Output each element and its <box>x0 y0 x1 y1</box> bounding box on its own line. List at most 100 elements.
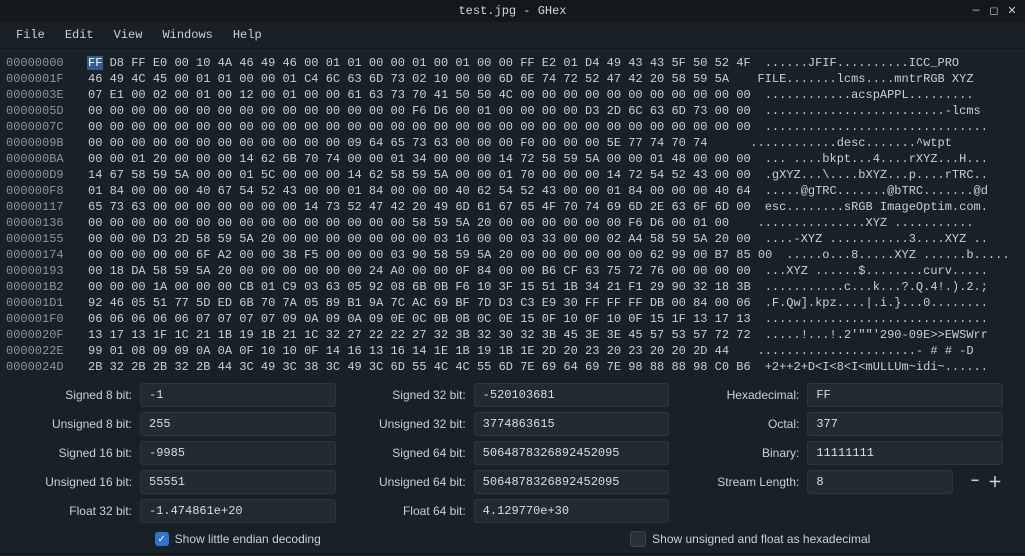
field-label: Hexadecimal: <box>689 388 799 402</box>
hex-bytes[interactable]: 00 00 00 00 00 00 00 00 00 00 00 00 00 0… <box>88 119 765 135</box>
hex-row[interactable]: 0000020F13 17 13 1F 1C 21 1B 19 1B 21 1C… <box>6 327 1019 343</box>
cursor-byte[interactable]: FF <box>87 56 103 70</box>
hex-row[interactable]: 0000009B00 00 00 00 00 00 00 00 00 00 00… <box>6 135 1019 151</box>
hex-bytes[interactable]: 00 00 00 00 00 00 00 00 00 00 00 00 09 6… <box>88 135 750 151</box>
hex-row[interactable]: 000001D192 46 05 51 77 5D ED 6B 70 7A 05… <box>6 295 1019 311</box>
hex-row[interactable]: 000000BA00 00 01 20 00 00 00 14 62 6B 70… <box>6 151 1019 167</box>
ascii[interactable]: ...........c...k...?.Q.4!.).2.; <box>765 279 988 295</box>
ascii[interactable]: ......................- # # -D <box>757 343 973 359</box>
offset: 000001D1 <box>6 295 88 311</box>
maximize-icon[interactable]: ◻ <box>987 4 1001 18</box>
ascii[interactable]: ......JFIF..........ICC_PRO <box>765 55 959 71</box>
field-value[interactable]: -1.474861e+20 <box>140 499 336 523</box>
ascii[interactable]: .F.Qw].kpz....|.i.}...0........ <box>765 295 988 311</box>
little-endian-checkbox[interactable]: ✓ Show little endian decoding <box>155 531 321 547</box>
hex-bytes[interactable]: 13 17 13 1F 1C 21 1B 19 1B 21 1C 32 27 2… <box>88 327 765 343</box>
hex-bytes[interactable]: 00 00 01 20 00 00 00 14 62 6B 70 74 00 0… <box>88 151 765 167</box>
minimize-icon[interactable]: — <box>969 4 983 18</box>
minus-icon[interactable]: − <box>967 474 983 490</box>
hex-row[interactable]: 0000019300 18 DA 58 59 5A 20 00 00 00 00… <box>6 263 1019 279</box>
hex-row[interactable]: 000001B200 00 00 1A 00 00 00 CB 01 C9 03… <box>6 279 1019 295</box>
checkbox-icon[interactable] <box>630 531 646 547</box>
close-icon[interactable]: ✕ <box>1005 4 1019 18</box>
ascii[interactable]: .....!...!.2'""'290-09E>>EWSWrr <box>765 327 988 343</box>
hex-float-checkbox[interactable]: Show unsigned and float as hexadecimal <box>630 531 870 547</box>
hex-row[interactable]: 0000001F46 49 4C 45 00 01 01 00 00 01 C4… <box>6 71 1019 87</box>
offset: 00000136 <box>6 215 88 231</box>
hex-row[interactable]: 0000022E99 01 08 09 09 0A 0A 0F 10 10 0F… <box>6 343 1019 359</box>
hex-bytes[interactable]: 01 84 00 00 00 40 67 54 52 43 00 00 01 8… <box>88 183 765 199</box>
hex-bytes[interactable]: 07 E1 00 02 00 01 00 12 00 01 00 00 61 6… <box>88 87 765 103</box>
field-value[interactable]: -1 <box>140 383 336 407</box>
menu-help[interactable]: Help <box>223 24 272 46</box>
hex-row[interactable]: 0000003E07 E1 00 02 00 01 00 12 00 01 00… <box>6 87 1019 103</box>
hex-bytes[interactable]: 46 49 4C 45 00 01 01 00 00 01 C4 6C 63 6… <box>88 71 757 87</box>
hex-row[interactable]: 0000015500 00 00 D3 2D 58 59 5A 20 00 00… <box>6 231 1019 247</box>
hex-row[interactable]: 00000000FF D8 FF E0 00 10 4A 46 49 46 00… <box>6 55 1019 71</box>
hex-bytes[interactable]: 00 00 00 00 00 00 00 00 00 00 00 00 00 0… <box>88 103 765 119</box>
hex-row[interactable]: 0000013600 00 00 00 00 00 00 00 00 00 00… <box>6 215 1019 231</box>
hex-row[interactable]: 0000011765 73 63 00 00 00 00 00 00 00 14… <box>6 199 1019 215</box>
ascii[interactable]: .gXYZ...\....bXYZ...p....rTRC.. <box>765 167 988 183</box>
ascii[interactable]: ............acspAPPL......... <box>765 87 974 103</box>
hex-row[interactable]: 000000D914 67 58 59 5A 00 00 01 5C 00 00… <box>6 167 1019 183</box>
field-value[interactable]: 255 <box>140 412 336 436</box>
hex-bytes[interactable]: 00 00 00 D3 2D 58 59 5A 20 00 00 00 00 0… <box>88 231 765 247</box>
menu-windows[interactable]: Windows <box>152 24 222 46</box>
field-value[interactable]: 11111111 <box>807 441 1003 465</box>
hex-row[interactable]: 000000F801 84 00 00 00 40 67 54 52 43 00… <box>6 183 1019 199</box>
hex-float-label: Show unsigned and float as hexadecimal <box>652 532 870 546</box>
field-value[interactable]: 3774863615 <box>474 412 670 436</box>
hex-row[interactable]: 0000005D00 00 00 00 00 00 00 00 00 00 00… <box>6 103 1019 119</box>
hex-row[interactable]: 0000024D2B 32 2B 2B 32 2B 44 3C 49 3C 38… <box>6 359 1019 375</box>
hex-bytes[interactable]: 2B 32 2B 2B 32 2B 44 3C 49 3C 38 3C 49 3… <box>88 359 765 375</box>
hex-row[interactable]: 0000017400 00 00 00 00 6F A2 00 00 38 F5… <box>6 247 1019 263</box>
field-value[interactable]: 5064878326892452095 <box>474 470 670 494</box>
hex-bytes[interactable]: 14 67 58 59 5A 00 00 01 5C 00 00 00 14 6… <box>88 167 765 183</box>
ascii[interactable]: .....@gTRC.......@bTRC.......@d <box>765 183 988 199</box>
field-value[interactable]: FF <box>807 383 1003 407</box>
ascii[interactable]: ...............XYZ ........... <box>757 215 973 231</box>
menu-file[interactable]: File <box>6 24 55 46</box>
ascii[interactable]: .....o...8.....XYZ ......b..... <box>786 247 1009 263</box>
hex-bytes[interactable]: 65 73 63 00 00 00 00 00 00 00 14 73 52 4… <box>88 199 765 215</box>
ascii[interactable]: esc........sRGB ImageOptim.com. <box>765 199 988 215</box>
ascii[interactable]: ............................... <box>765 119 988 135</box>
hex-bytes[interactable]: 00 00 00 00 00 00 00 00 00 00 00 00 00 0… <box>88 215 757 231</box>
field-value[interactable]: 8 <box>807 470 953 494</box>
hex-bytes[interactable]: 00 00 00 1A 00 00 00 CB 01 C9 03 63 05 9… <box>88 279 765 295</box>
ascii[interactable]: FILE.......lcms....mntrRGB XYZ <box>757 71 973 87</box>
hex-bytes[interactable]: FF D8 FF E0 00 10 4A 46 49 46 00 01 01 0… <box>88 55 765 71</box>
field-label: Signed 16 bit: <box>22 446 132 460</box>
field-value[interactable]: 5064878326892452095 <box>474 441 670 465</box>
ascii[interactable]: ............................... <box>765 311 988 327</box>
hex-bytes[interactable]: 99 01 08 09 09 0A 0A 0F 10 10 0F 14 16 1… <box>88 343 757 359</box>
hex-bytes[interactable]: 00 00 00 00 00 6F A2 00 00 38 F5 00 00 0… <box>88 247 786 263</box>
hex-bytes[interactable]: 06 06 06 06 06 07 07 07 07 09 0A 09 0A 0… <box>88 311 765 327</box>
hex-view[interactable]: 00000000FF D8 FF E0 00 10 4A 46 49 46 00… <box>0 49 1025 377</box>
offset: 0000003E <box>6 87 88 103</box>
plus-icon[interactable]: ＋ <box>987 474 1003 490</box>
hex-row[interactable]: 000001F006 06 06 06 06 07 07 07 07 09 0A… <box>6 311 1019 327</box>
titlebar: test.jpg - GHex — ◻ ✕ <box>0 0 1025 22</box>
ascii[interactable]: ...XYZ ......$........curv..... <box>765 263 988 279</box>
field-label: Octal: <box>689 417 799 431</box>
ascii[interactable]: ....-XYZ ...........3....XYZ .. <box>765 231 988 247</box>
field-value[interactable]: -9985 <box>140 441 336 465</box>
ascii[interactable]: ... ....bkpt...4....rXYZ...H... <box>765 151 988 167</box>
offset: 0000024D <box>6 359 88 375</box>
field-value[interactable]: -520103681 <box>474 383 670 407</box>
offset: 000001F0 <box>6 311 88 327</box>
menu-view[interactable]: View <box>104 24 153 46</box>
hex-bytes[interactable]: 00 18 DA 58 59 5A 20 00 00 00 00 00 00 2… <box>88 263 765 279</box>
hex-bytes[interactable]: 92 46 05 51 77 5D ED 6B 70 7A 05 89 B1 9… <box>88 295 765 311</box>
ascii[interactable]: +2++2+D<I<8<I<mULLUm~idi~...... <box>765 359 988 375</box>
ascii[interactable]: .........................-lcms <box>765 103 981 119</box>
menu-edit[interactable]: Edit <box>55 24 104 46</box>
field-value[interactable]: 4.129770e+30 <box>474 499 670 523</box>
field-value[interactable]: 55551 <box>140 470 336 494</box>
hex-row[interactable]: 0000007C00 00 00 00 00 00 00 00 00 00 00… <box>6 119 1019 135</box>
ascii[interactable]: ............desc.......^wtpt <box>750 135 952 151</box>
field-value[interactable]: 377 <box>807 412 1003 436</box>
checkbox-icon[interactable]: ✓ <box>155 532 169 546</box>
